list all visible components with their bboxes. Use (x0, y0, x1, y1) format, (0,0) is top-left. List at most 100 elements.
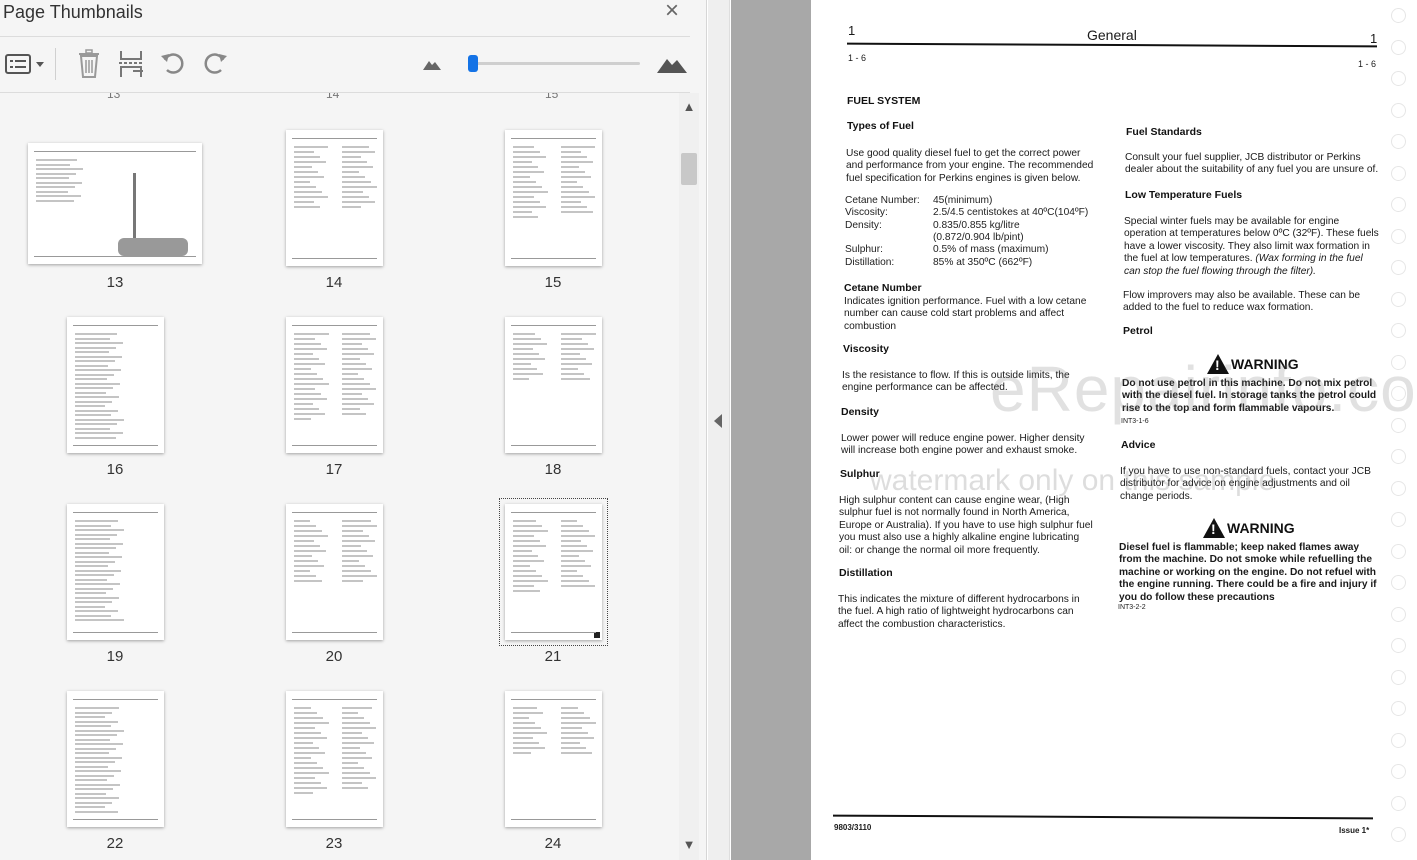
collapse-panel-icon[interactable] (714, 414, 722, 428)
thumbnail-text-line (342, 777, 376, 779)
spec-label: Cetane Number: (845, 195, 920, 206)
footer-issue: Issue 1* (1339, 826, 1370, 835)
thumbnail-text-line (293, 535, 328, 537)
thumbnail-text-line (74, 369, 121, 371)
thumbnail-text-line (342, 560, 359, 562)
thumbnail-page-image (285, 691, 383, 827)
heading-types-of-fuel: Types of Fuel (847, 120, 914, 132)
thumbnail-text-line (293, 545, 320, 547)
thumbnail-text-line (293, 338, 315, 340)
thumbnail-text-line (512, 181, 536, 183)
redo-icon (204, 53, 227, 74)
thumbnail-text-line (561, 353, 580, 355)
thumbnail-text-line (293, 151, 314, 153)
binder-hole (1391, 764, 1406, 779)
thumbnail-text-line (293, 717, 323, 719)
thumbnail-text-line (561, 146, 595, 148)
thumbnail-text-line (293, 570, 310, 572)
close-icon[interactable]: × (660, 0, 684, 24)
thumbnail-text-line (36, 186, 75, 188)
thumbnail-text-line (342, 520, 371, 522)
thumbnail-text-line (512, 742, 539, 744)
thumbnail-text-line (74, 346, 116, 349)
thumbnail-text-line (74, 418, 124, 421)
thumbnail-text-line (74, 761, 115, 763)
thumbnail-page-number: 17 (325, 461, 343, 478)
thumbnail-text-line (293, 403, 313, 405)
thumbnail-text-line (293, 772, 329, 774)
text-flow-improvers: Flow improvers may also be available. Th… (1123, 290, 1361, 314)
thumbnail-text-line (512, 707, 537, 709)
thumbnail-text-line (293, 742, 313, 744)
thumbnail-text-line (342, 398, 368, 400)
thumbnail-text-line (293, 373, 317, 375)
binder-hole (1391, 701, 1406, 716)
zoom-out-button[interactable] (420, 48, 444, 80)
chevron-down-icon[interactable]: ▼ (679, 837, 699, 852)
thumbnail-page-number: 14 (325, 274, 343, 291)
thumbnail-page-number: 15 (544, 274, 562, 291)
thumbnail-text-line (293, 565, 324, 567)
thumbnail-text-line (74, 533, 117, 536)
thumbnails-scrollbar[interactable]: ▲ ▼ (679, 93, 699, 860)
thumbnail-text-line (293, 206, 320, 208)
thumbnail-text-line (342, 550, 367, 552)
thumbnail-text-line (561, 712, 584, 714)
thumbnail-footer-rule (72, 632, 158, 633)
thumbnail-text-line (561, 717, 590, 719)
thumbnail-text-line (74, 797, 119, 799)
thumbnail-text-line (512, 717, 529, 719)
rotate-right-button[interactable] (198, 48, 232, 80)
thumbnail-text-line (293, 398, 327, 400)
panel-splitter[interactable] (708, 0, 730, 860)
thumbnail-text-line (512, 196, 534, 198)
rotate-left-button[interactable] (156, 48, 190, 80)
thumbnail-footer-rule (72, 445, 158, 446)
zoom-slider[interactable] (468, 55, 640, 72)
insert-page-button[interactable] (114, 48, 148, 80)
delete-page-button[interactable] (72, 48, 106, 80)
thumbnail-text-line (512, 585, 534, 587)
zoom-slider-handle[interactable] (468, 55, 479, 72)
thumbnail-text-line (561, 211, 593, 213)
thumbnail-text-line (293, 166, 312, 168)
spec-value: 45(minimum) (933, 195, 993, 206)
thumbnail-text-line (512, 363, 531, 365)
thumbnail-text-line (561, 580, 589, 582)
thumbnail-text-line (512, 186, 542, 188)
text-warning-diesel: Diesel fuel is flammable; keep naked fla… (1119, 542, 1377, 603)
watermark-text: eRepairinfo.com (990, 353, 1417, 425)
thumbnail-text-line (74, 747, 116, 750)
thumbnail-text-line (74, 601, 112, 603)
thumbnail-text-line (342, 171, 359, 173)
heading-density: Density (841, 406, 879, 418)
thumbnail-text-line (342, 535, 369, 537)
warning-header-2: WARNING (1203, 518, 1295, 538)
previous-row-number: 13 (107, 93, 121, 101)
zoom-in-button[interactable] (655, 48, 689, 80)
thumbnail-text-line (74, 364, 108, 367)
thumbnail-text-line (293, 762, 317, 764)
thumbnail-text-line (561, 747, 586, 749)
chevron-up-icon[interactable]: ▲ (679, 99, 699, 114)
thumbnail-text-line (342, 757, 372, 759)
options-menu-button[interactable] (2, 48, 48, 80)
thumbnail-footer-rule (510, 819, 596, 820)
thumbnail-text-line (512, 520, 536, 522)
thumbnail-text-line (561, 535, 595, 537)
thumbnail-text-line (342, 373, 358, 375)
text-low-temperature-fuels: Special winter fuels may be available fo… (1124, 216, 1380, 278)
thumbnail-text-line (342, 161, 367, 163)
thumbnail-text-line (561, 540, 581, 542)
thumbnail-text-line (74, 614, 111, 617)
thumbnail-text-line (512, 727, 541, 729)
binder-hole (1391, 543, 1406, 559)
header-title: General (1087, 27, 1137, 43)
thumbnail-text-line (561, 575, 583, 577)
thumbnail-text-line (293, 358, 319, 360)
thumbnail-text-line (74, 592, 106, 594)
scrollbar-thumb[interactable] (681, 153, 697, 185)
trash-icon (79, 49, 99, 78)
binder-hole (1391, 134, 1406, 149)
thumbnail-text-line (74, 725, 111, 727)
